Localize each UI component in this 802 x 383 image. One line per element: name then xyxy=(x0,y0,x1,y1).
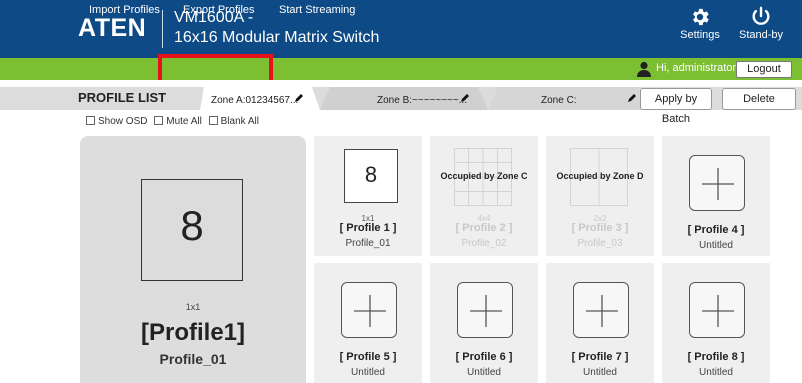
profile-card-1[interactable]: 8 1x1 [ Profile 1 ] Profile_01 xyxy=(314,136,422,256)
add-profile-button[interactable] xyxy=(573,282,629,338)
mute-all-option[interactable]: Mute All xyxy=(154,116,202,127)
card-title: [ Profile 1 ] xyxy=(339,222,397,234)
plus-icon xyxy=(586,295,618,327)
logo-divider xyxy=(162,10,163,48)
card-title: [ Profile 4 ] xyxy=(687,224,745,236)
card-subtitle: Untitled xyxy=(583,367,617,378)
standby-label: Stand-by xyxy=(738,29,784,41)
card-subtitle: Untitled xyxy=(699,240,733,251)
settings-label: Settings xyxy=(680,29,720,41)
card-title: [ Profile 8 ] xyxy=(687,351,745,363)
edit-zone-b-icon[interactable] xyxy=(460,93,470,103)
card-subtitle: Profile_03 xyxy=(577,238,623,249)
settings-button[interactable]: Settings xyxy=(678,6,722,41)
user-icon xyxy=(637,61,651,77)
card-subtitle: Untitled xyxy=(351,367,385,378)
plus-icon xyxy=(702,295,734,327)
mute-all-label: Mute All xyxy=(166,116,202,127)
delete-button[interactable]: Delete xyxy=(722,88,796,110)
user-greeting: Hi, administrator. xyxy=(656,62,739,74)
occupied-label: Occupied by Zone D xyxy=(556,171,644,181)
card-title: [ Profile 3 ] xyxy=(571,222,629,234)
preview-profile-title: [Profile1] xyxy=(140,319,245,346)
add-profile-button[interactable] xyxy=(341,282,397,338)
blank-all-option[interactable]: Blank All xyxy=(208,116,259,127)
gear-icon xyxy=(693,8,709,26)
card-layout-box: 8 xyxy=(344,149,398,203)
profile-card-2[interactable]: Occupied by Zone C 4x4 [ Profile 2 ] Pro… xyxy=(430,136,538,256)
occupied-label: Occupied by Zone C xyxy=(440,171,528,181)
card-subtitle: Profile_02 xyxy=(461,238,507,249)
zone-c-tab[interactable]: Zone C: xyxy=(541,95,577,106)
show-osd-checkbox[interactable] xyxy=(86,116,95,125)
aten-logo: ATEN xyxy=(78,14,147,42)
display-options: Show OSD Mute All Blank All xyxy=(86,116,263,127)
standby-button[interactable]: Stand-by xyxy=(736,6,786,41)
start-streaming-link[interactable]: Start Streaming xyxy=(279,4,355,16)
card-subtitle: Profile_01 xyxy=(345,238,391,249)
profile-card-3[interactable]: Occupied by Zone D 2x2 [ Profile 3 ] Pro… xyxy=(546,136,654,256)
import-profiles-link[interactable]: Import Profiles xyxy=(89,4,160,16)
plus-icon xyxy=(470,295,502,327)
apply-by-batch-button[interactable]: Apply by Batch xyxy=(640,88,712,125)
zone-a-tab[interactable]: Zone A:01234567... xyxy=(211,95,298,106)
app-root: ATEN VM1600A - 16x16 Modular Matrix Swit… xyxy=(0,0,802,383)
edit-zone-c-icon[interactable] xyxy=(627,93,637,103)
plus-icon xyxy=(702,168,734,200)
plus-icon xyxy=(354,295,386,327)
card-title: [ Profile 7 ] xyxy=(571,351,629,363)
product-title-line2: 16x16 Modular Matrix Switch xyxy=(174,29,380,46)
profile-card-5[interactable]: [ Profile 5 ] Untitled xyxy=(314,263,422,383)
power-icon xyxy=(752,6,770,25)
show-osd-option[interactable]: Show OSD xyxy=(86,116,147,127)
card-title: [ Profile 5 ] xyxy=(339,351,397,363)
card-title: [ Profile 6 ] xyxy=(455,351,513,363)
blank-all-checkbox[interactable] xyxy=(208,116,218,125)
logout-button[interactable]: Logout xyxy=(736,61,792,78)
add-profile-button[interactable] xyxy=(457,282,513,338)
zone-b-tab[interactable]: Zone B:~~~~~~~~... xyxy=(377,95,467,106)
preview-source-number: 8 xyxy=(180,202,204,249)
card-source-number: 8 xyxy=(364,162,378,187)
preview-profile-name: Profile_01 xyxy=(159,351,227,367)
add-profile-button[interactable] xyxy=(689,282,745,338)
profile-card-8[interactable]: [ Profile 8 ] Untitled xyxy=(662,263,770,383)
profile-list-title: PROFILE LIST xyxy=(78,90,167,105)
profile-preview-panel: 8 1x1 [Profile1] Profile_01 xyxy=(80,136,306,383)
card-subtitle: Untitled xyxy=(699,367,733,378)
preview-layout-label: 1x1 xyxy=(185,302,201,312)
edit-zone-a-icon[interactable] xyxy=(294,93,304,103)
card-subtitle: Untitled xyxy=(467,367,501,378)
profile-card-6[interactable]: [ Profile 6 ] Untitled xyxy=(430,263,538,383)
show-osd-label: Show OSD xyxy=(98,116,148,127)
card-title: [ Profile 2 ] xyxy=(455,222,513,234)
blank-all-label: Blank All xyxy=(220,116,259,127)
export-profiles-link[interactable]: Export Profiles xyxy=(183,4,255,16)
preview-layout-box: 8 xyxy=(141,179,243,281)
profile-card-7[interactable]: [ Profile 7 ] Untitled xyxy=(546,263,654,383)
profile-card-4[interactable]: [ Profile 4 ] Untitled xyxy=(662,136,770,256)
add-profile-button[interactable] xyxy=(689,155,745,211)
mute-all-checkbox[interactable] xyxy=(154,116,164,125)
